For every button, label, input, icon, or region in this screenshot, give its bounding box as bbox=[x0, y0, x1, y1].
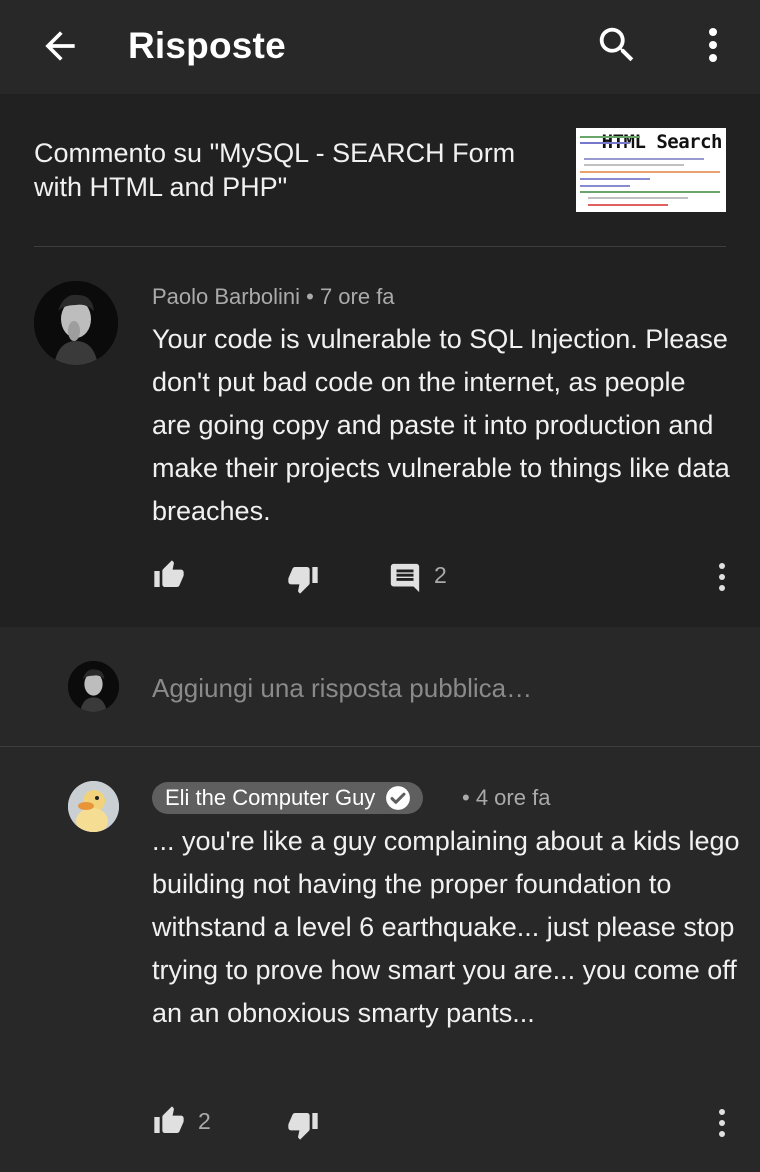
comment-time: 7 ore fa bbox=[319, 284, 395, 309]
reply-options-button[interactable] bbox=[712, 1107, 732, 1144]
reply-count: 2 bbox=[434, 562, 447, 588]
user-avatar-icon bbox=[34, 281, 118, 365]
thumb-up-icon bbox=[154, 560, 184, 587]
video-thumbnail[interactable]: HTML Search bbox=[576, 128, 726, 212]
dislike-button[interactable] bbox=[286, 1109, 320, 1146]
reply-time: 4 ore fa bbox=[475, 785, 551, 810]
thumbnail-code-line bbox=[580, 136, 640, 138]
app-bar: Risposte bbox=[0, 0, 760, 94]
video-context-text: Commento su "MySQL - SEARCH Form with HT… bbox=[34, 138, 516, 202]
thumbnail-code-line bbox=[580, 178, 650, 180]
duck-avatar-icon bbox=[68, 781, 119, 832]
like-button[interactable] bbox=[152, 1105, 186, 1142]
thumbnail-code-line bbox=[580, 185, 630, 187]
thumb-down-icon bbox=[288, 1113, 318, 1140]
user-avatar-icon bbox=[68, 661, 119, 712]
thumbnail-code-line bbox=[580, 191, 720, 193]
thumbnail-code-line bbox=[584, 164, 684, 166]
thumbnail-code-line bbox=[580, 171, 720, 173]
more-vert-icon bbox=[709, 28, 717, 62]
verified-check-icon bbox=[386, 786, 411, 810]
comment-text: Your code is vulnerable to SQL Injection… bbox=[152, 324, 730, 526]
reply-text: ... you're like a guy complaining about … bbox=[152, 826, 740, 1028]
thumb-down-icon bbox=[288, 567, 318, 594]
reply-meta: • 4 ore fa bbox=[462, 785, 550, 811]
page-title: Risposte bbox=[128, 25, 286, 66]
meta-separator: • bbox=[306, 284, 314, 309]
reply: Eli the Computer Guy • 4 ore fa ... you'… bbox=[0, 747, 760, 1172]
reply-author: Eli the Computer Guy bbox=[165, 785, 376, 810]
thumbnail-code-line bbox=[580, 142, 630, 144]
avatar bbox=[68, 661, 119, 712]
search-button[interactable] bbox=[594, 22, 640, 68]
comment-author[interactable]: Paolo Barbolini bbox=[152, 284, 300, 309]
video-context[interactable]: Commento su "MySQL - SEARCH Form with HT… bbox=[0, 94, 760, 246]
reply-input[interactable]: Aggiungi una risposta pubblica… bbox=[152, 673, 532, 704]
thumbnail-code-line bbox=[588, 197, 688, 199]
avatar[interactable] bbox=[34, 281, 118, 365]
more-vert-icon bbox=[719, 1109, 725, 1137]
arrow-back-icon bbox=[45, 31, 75, 61]
author-chip[interactable]: Eli the Computer Guy bbox=[152, 782, 424, 814]
like-count: 2 bbox=[198, 1108, 211, 1134]
thumbnail-code-line bbox=[584, 158, 704, 160]
more-options-button[interactable] bbox=[698, 24, 728, 68]
replies-button[interactable] bbox=[388, 561, 422, 600]
comment-options-button[interactable] bbox=[712, 561, 732, 598]
meta-separator: • bbox=[462, 785, 470, 810]
search-icon bbox=[599, 27, 634, 62]
reply-input-area[interactable]: Aggiungi una risposta pubblica… bbox=[0, 627, 760, 746]
avatar[interactable] bbox=[68, 781, 119, 832]
dislike-button[interactable] bbox=[286, 563, 320, 600]
thumb-up-icon bbox=[154, 1106, 184, 1133]
back-button[interactable] bbox=[38, 24, 82, 68]
like-button[interactable] bbox=[152, 559, 186, 596]
more-vert-icon bbox=[719, 563, 725, 591]
comment-meta: Paolo Barbolini • 7 ore fa bbox=[152, 283, 395, 311]
comment-icon bbox=[390, 563, 420, 593]
comment: Paolo Barbolini • 7 ore fa Your code is … bbox=[0, 247, 760, 627]
thumbnail-code-line bbox=[588, 204, 668, 206]
